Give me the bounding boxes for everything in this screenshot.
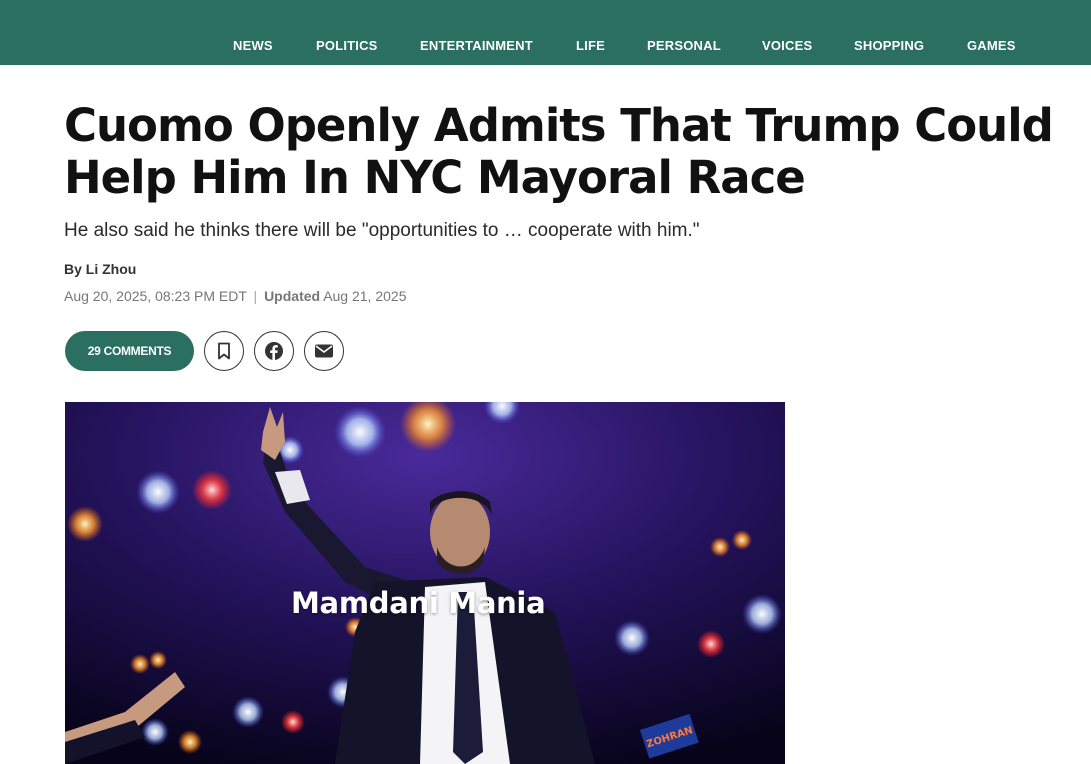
email-icon bbox=[315, 344, 333, 358]
article-headline: Cuomo Openly Admits That Trump Could Hel… bbox=[64, 99, 1054, 204]
byline: By Li Zhou bbox=[64, 261, 136, 277]
nav-item-entertainment[interactable]: ENTERTAINMENT bbox=[420, 38, 533, 53]
nav-item-games[interactable]: GAMES bbox=[967, 38, 1016, 53]
article-dek: He also said he thinks there will be "op… bbox=[64, 220, 700, 241]
hero-title: Mamdani Mania bbox=[291, 586, 546, 620]
comments-button[interactable]: 29 COMMENTS bbox=[65, 331, 194, 371]
bookmark-button[interactable] bbox=[204, 331, 244, 371]
nav-item-politics[interactable]: POLITICS bbox=[316, 38, 378, 53]
hero-photo-illustration: ZOHRAN bbox=[65, 402, 785, 764]
facebook-icon bbox=[265, 342, 283, 361]
bookmark-icon bbox=[218, 342, 230, 360]
email-share-button[interactable] bbox=[304, 331, 344, 371]
nav-item-shopping[interactable]: SHOPPING bbox=[854, 38, 924, 53]
nav-item-personal[interactable]: PERSONAL bbox=[647, 38, 721, 53]
dateline: Aug 20, 2025, 08:23 PM EDT | Updated Aug… bbox=[64, 288, 406, 304]
nav-item-voices[interactable]: VOICES bbox=[762, 38, 812, 53]
updated-date: Aug 21, 2025 bbox=[323, 288, 407, 304]
nav-item-life[interactable]: LIFE bbox=[576, 38, 605, 53]
top-navigation-bar: NEWS POLITICS ENTERTAINMENT LIFE PERSONA… bbox=[0, 0, 1091, 65]
nav-item-news[interactable]: NEWS bbox=[233, 38, 273, 53]
hero-image[interactable]: ZOHRAN Mamdani Mania bbox=[65, 402, 785, 764]
author-link[interactable]: Li Zhou bbox=[86, 261, 137, 277]
facebook-share-button[interactable] bbox=[254, 331, 294, 371]
published-date: Aug 20, 2025, 08:23 PM EDT bbox=[64, 288, 247, 304]
date-separator: | bbox=[253, 288, 258, 304]
updated-label: Updated bbox=[264, 288, 321, 304]
byline-prefix: By bbox=[64, 261, 82, 277]
